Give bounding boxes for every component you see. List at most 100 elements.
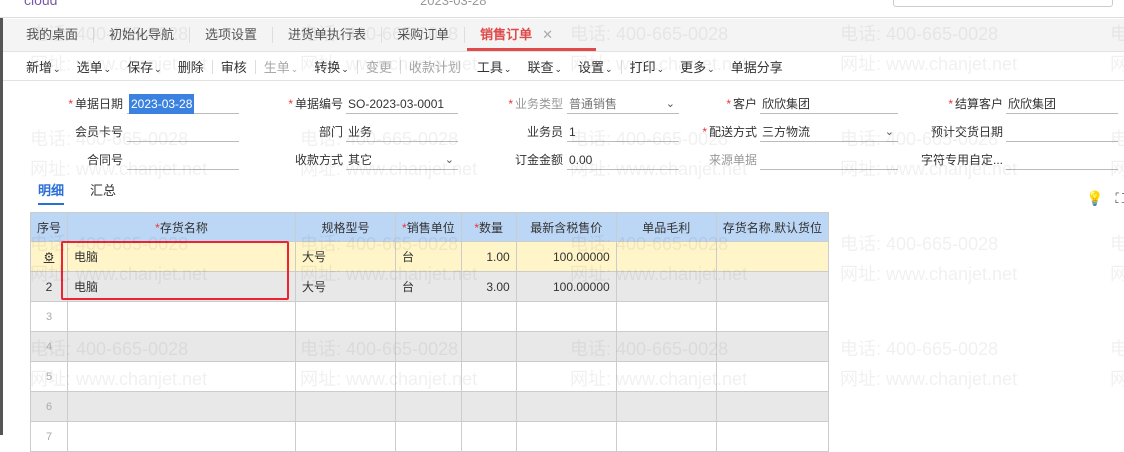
cell-unit[interactable] bbox=[395, 421, 462, 452]
tab-summary[interactable]: 汇总 bbox=[90, 180, 116, 205]
toolbar-button-12[interactable]: 收款计划 bbox=[401, 57, 469, 76]
cell-margin[interactable] bbox=[615, 331, 717, 362]
gear-icon[interactable]: ⚙ bbox=[44, 250, 55, 264]
cell-qty[interactable]: 1.00 bbox=[460, 241, 517, 272]
cell-margin[interactable] bbox=[615, 301, 717, 332]
cell-idx[interactable]: 6 bbox=[29, 391, 69, 422]
cell-unit[interactable] bbox=[395, 361, 462, 392]
table-row[interactable]: 4 bbox=[29, 331, 830, 362]
cell-spec[interactable] bbox=[295, 361, 397, 392]
tab-4[interactable]: 采购订单 bbox=[382, 27, 466, 43]
cell-name[interactable] bbox=[67, 301, 297, 332]
cell-qty[interactable] bbox=[460, 421, 517, 452]
cell-location[interactable] bbox=[715, 241, 830, 272]
scan-icon[interactable]: ⛶ bbox=[1115, 190, 1124, 207]
tab-3[interactable]: 进货单执行表 bbox=[273, 27, 383, 43]
toolbar-button-18[interactable]: 更多⌄ bbox=[672, 57, 723, 76]
cell-name[interactable]: 电脑 bbox=[67, 241, 297, 272]
cell-name[interactable]: 电脑 bbox=[67, 271, 297, 302]
column-header[interactable]: 单品毛利 bbox=[615, 212, 717, 242]
cell-unit[interactable] bbox=[395, 301, 462, 332]
cell-qty[interactable] bbox=[460, 331, 517, 362]
cell-price[interactable] bbox=[515, 361, 617, 392]
field-department[interactable]: 业务 bbox=[346, 122, 458, 142]
table-row[interactable]: ⚙ 电脑 大号 台 1.00 100.00000 bbox=[29, 241, 830, 272]
field-source_doc[interactable] bbox=[760, 150, 898, 170]
field-delivery[interactable]: 三方物流 ⌄ bbox=[760, 122, 898, 142]
cell-spec[interactable] bbox=[295, 421, 397, 452]
toolbar-button-3[interactable]: 删除 bbox=[170, 57, 212, 76]
cell-price[interactable] bbox=[515, 331, 617, 362]
cell-idx[interactable]: 5 bbox=[29, 361, 69, 392]
field-doc_date[interactable]: 2023-03-28 bbox=[127, 94, 239, 114]
cell-margin[interactable] bbox=[615, 421, 717, 452]
cell-price[interactable]: 100.00000 bbox=[515, 271, 617, 302]
toolbar-button-0[interactable]: 新增⌄ bbox=[18, 57, 69, 76]
cell-price[interactable] bbox=[515, 391, 617, 422]
cell-unit[interactable] bbox=[395, 331, 462, 362]
cell-name[interactable] bbox=[67, 361, 297, 392]
toolbar-button-14[interactable]: 联查⌄ bbox=[519, 57, 570, 76]
cell-price[interactable] bbox=[515, 421, 617, 452]
toolbar-button-13[interactable]: 工具⌄ bbox=[469, 57, 520, 76]
tab-2[interactable]: 选项设置 bbox=[190, 27, 274, 43]
table-row[interactable]: 6 bbox=[29, 391, 830, 422]
cell-qty[interactable] bbox=[460, 361, 517, 392]
cell-margin[interactable] bbox=[615, 391, 717, 422]
cell-location[interactable] bbox=[715, 391, 830, 422]
cell-spec[interactable]: 大号 bbox=[295, 271, 397, 302]
cell-qty[interactable]: 3.00 bbox=[460, 271, 517, 302]
cell-price[interactable] bbox=[515, 301, 617, 332]
cell-idx[interactable]: 7 bbox=[29, 421, 69, 452]
cell-location[interactable] bbox=[715, 271, 830, 302]
toolbar-button-1[interactable]: 选单⌄ bbox=[69, 57, 120, 76]
toolbar-button-2[interactable]: 保存⌄ bbox=[119, 57, 170, 76]
cell-unit[interactable]: 台 bbox=[395, 241, 462, 272]
table-row[interactable]: 3 bbox=[29, 301, 830, 332]
column-header[interactable]: 存货名称.默认货位 bbox=[715, 212, 830, 242]
column-header[interactable]: 规格型号 bbox=[295, 212, 397, 242]
cell-name[interactable] bbox=[67, 391, 297, 422]
field-custom_field[interactable] bbox=[1006, 150, 1118, 170]
toolbar-button-8[interactable]: 转换⌄ bbox=[306, 57, 357, 76]
cell-idx[interactable]: 2 bbox=[29, 271, 69, 302]
toolbar-button-15[interactable]: 设置⌄ bbox=[570, 57, 621, 76]
cell-spec[interactable] bbox=[295, 301, 397, 332]
cell-margin[interactable] bbox=[615, 361, 717, 392]
cell-spec[interactable] bbox=[295, 391, 397, 422]
column-header[interactable]: 最新含税售价 bbox=[515, 212, 617, 242]
field-expected_date[interactable] bbox=[1006, 122, 1118, 142]
cell-idx[interactable]: 4 bbox=[29, 331, 69, 362]
tab-0[interactable]: 我的桌面 bbox=[23, 27, 95, 43]
cell-name[interactable] bbox=[67, 331, 297, 362]
cell-location[interactable] bbox=[715, 361, 830, 392]
column-header[interactable]: 序号 bbox=[29, 212, 69, 242]
cell-idx[interactable]: 3 bbox=[29, 301, 69, 332]
field-contract_no[interactable] bbox=[127, 150, 239, 170]
column-header[interactable]: *销售单位 bbox=[395, 212, 462, 242]
cell-idx[interactable]: ⚙ bbox=[29, 241, 69, 272]
toolbar-button-19[interactable]: 单据分享 bbox=[723, 57, 791, 76]
field-member_card[interactable] bbox=[127, 122, 239, 142]
cell-qty[interactable] bbox=[460, 391, 517, 422]
tab-1[interactable]: 初始化导航 bbox=[94, 27, 191, 43]
lightbulb-icon[interactable]: 💡 bbox=[1086, 190, 1103, 207]
field-settle_customer[interactable]: 欣欣集团 bbox=[1006, 94, 1118, 114]
table-row[interactable]: 5 bbox=[29, 361, 830, 392]
field-payment[interactable]: 其它 ⌄ bbox=[346, 150, 458, 170]
tab-5[interactable]: 销售订单 ✕ bbox=[465, 27, 596, 51]
toolbar-button-17[interactable]: 打印⌄ bbox=[622, 57, 673, 76]
cell-location[interactable] bbox=[715, 421, 830, 452]
cell-unit[interactable]: 台 bbox=[395, 271, 462, 302]
cell-qty[interactable] bbox=[460, 301, 517, 332]
cell-spec[interactable] bbox=[295, 331, 397, 362]
toolbar-button-10[interactable]: 变更 bbox=[358, 57, 400, 76]
cell-margin[interactable] bbox=[615, 271, 717, 302]
table-row[interactable]: 7 bbox=[29, 421, 830, 452]
field-doc_no[interactable]: SO-2023-03-0001 bbox=[346, 94, 458, 114]
toolbar-button-7[interactable]: 生单⌄ bbox=[256, 57, 307, 76]
toolbar-button-5[interactable]: 审核 bbox=[213, 57, 255, 76]
cell-price[interactable]: 100.00000 bbox=[515, 241, 617, 272]
cell-spec[interactable]: 大号 bbox=[295, 241, 397, 272]
cell-location[interactable] bbox=[715, 301, 830, 332]
